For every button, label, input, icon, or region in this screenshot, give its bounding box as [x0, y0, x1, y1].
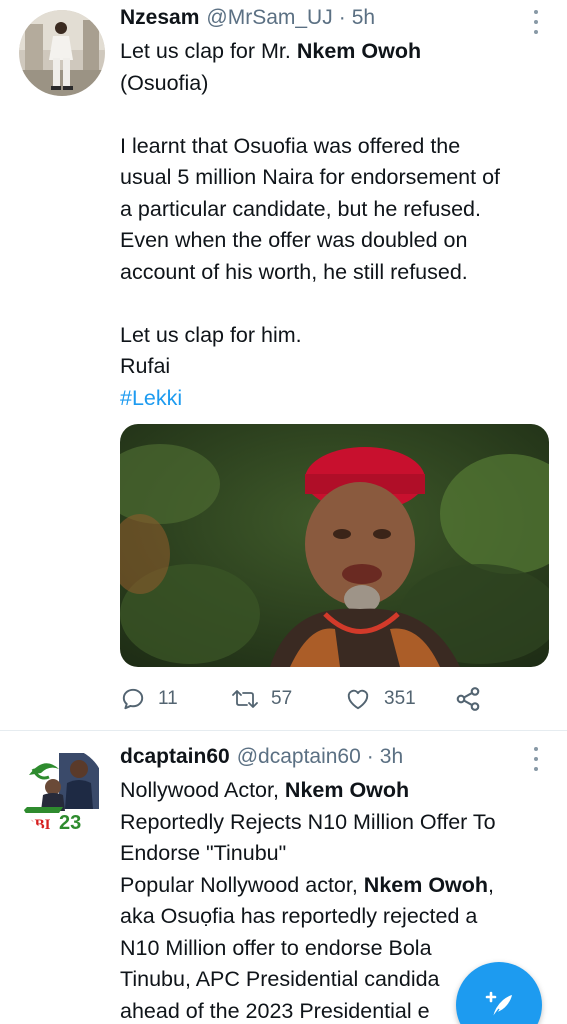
- author-name[interactable]: dcaptain60: [120, 745, 230, 769]
- text-span: Let us clap for him.: [120, 322, 302, 347]
- tweet-text: Let us clap for Mr. Nkem Owoh (Osuofia) …: [120, 36, 560, 414]
- like-count: 351: [384, 688, 416, 709]
- text-line: Reportedly Rejects N10 Million Offer To: [120, 807, 560, 839]
- text-line: usual 5 million Naira for endorsement of: [120, 162, 560, 194]
- text-line: Let us clap for Mr. Nkem Owoh: [120, 36, 560, 68]
- timestamp[interactable]: 3h: [380, 745, 403, 769]
- heart-icon: [347, 689, 369, 710]
- reply-count: 11: [158, 688, 178, 709]
- text-span: a particular candidate, but he refused.: [120, 196, 481, 221]
- text-span: Even when the offer was doubled on: [120, 228, 468, 252]
- text-line: a particular candidate, but he refused.: [120, 194, 560, 226]
- svg-text:23: 23: [59, 812, 81, 833]
- tweet-header: Nzesam @MrSam_UJ · 5h: [120, 6, 547, 34]
- text-line: Endorse "Tinubu": [120, 838, 560, 870]
- share-icon: [456, 687, 480, 711]
- more-icon[interactable]: [531, 747, 541, 771]
- tweet-header: dcaptain60 @dcaptain60 · 3h: [120, 745, 547, 773]
- avatar-logo-text: OBI: [23, 817, 51, 833]
- compose-tweet-icon: [485, 991, 512, 1018]
- hashtag-link[interactable]: #Lekki: [120, 386, 182, 410]
- retweet-button[interactable]: 57: [231, 684, 292, 714]
- text-line: N10 Million offer to endorse Bola: [120, 933, 560, 965]
- text-line: Let us clap for him.: [120, 320, 560, 352]
- text-span: Tinubu, APC Presidential candida: [120, 967, 440, 991]
- text-line: I learnt that Osuofia was offered the: [120, 131, 560, 163]
- like-button[interactable]: 351: [344, 684, 416, 714]
- avatar-campaign-logo: OBI 23: [19, 747, 105, 833]
- more-icon[interactable]: [531, 10, 541, 34]
- text-line: (Osuofia): [120, 68, 560, 100]
- text-span: Endorse "Tinubu": [120, 841, 287, 865]
- text-span: Popular Nollywood actor,: [120, 872, 364, 897]
- text-line: aka Osuọfia has reportedly rejected a: [120, 901, 560, 933]
- tweet[interactable]: Nzesam @MrSam_UJ · 5h Let us clap for Mr…: [0, 0, 567, 731]
- author-handle[interactable]: @dcaptain60: [237, 745, 361, 769]
- text-line: Rufai: [120, 351, 560, 383]
- text-line: account of his worth, he still refused.: [120, 257, 560, 289]
- text-span: ,: [488, 872, 495, 897]
- retweet-count: 57: [271, 688, 293, 709]
- text-span: Reportedly Rejects N10 Million Offer To: [120, 809, 496, 834]
- text-span: aka Osuọfia has reportedly rejected a: [120, 904, 478, 928]
- text-span: Rufai: [120, 354, 171, 378]
- avatar[interactable]: OBI 23: [19, 747, 105, 833]
- actor-photo: [120, 424, 549, 667]
- text-span: Let us clap for Mr.: [120, 39, 297, 63]
- share-button[interactable]: [454, 684, 482, 714]
- retweet-icon: [232, 690, 258, 708]
- avatar-photo: [19, 10, 105, 96]
- text-span: I learnt that Osuofia was offered the: [120, 133, 461, 158]
- text-span: N10 Million offer to endorse Bola: [120, 935, 432, 960]
- text-span: account of his worth, he still refused.: [120, 259, 468, 284]
- text-span: usual 5 million Naira for endorsement of: [120, 165, 501, 189]
- author-name[interactable]: Nzesam: [120, 6, 199, 30]
- text-span: (Osuofia): [120, 70, 209, 95]
- tweet-actions: 11 57 351: [120, 684, 490, 714]
- text-line: Popular Nollywood actor, Nkem Owoh,: [120, 870, 560, 902]
- text-line: Nollywood Actor, Nkem Owoh: [120, 775, 560, 807]
- author-handle[interactable]: @MrSam_UJ: [206, 6, 332, 30]
- text-line: #Lekki: [120, 383, 560, 415]
- timestamp[interactable]: 5h: [352, 6, 375, 30]
- reply-button[interactable]: 11: [120, 684, 178, 714]
- bold-mention: Nkem Owoh: [363, 872, 489, 897]
- avatar[interactable]: [19, 10, 105, 96]
- bold-mention: Nkem Owoh: [284, 778, 410, 802]
- text-span: Nollywood Actor,: [120, 778, 285, 802]
- reply-icon: [122, 688, 144, 710]
- text-span: ahead of the 2023 Presidential e: [120, 998, 430, 1023]
- separator-dot: ·: [366, 745, 374, 768]
- bold-mention: Nkem Owoh: [296, 39, 422, 63]
- tweet-media-image[interactable]: [120, 424, 549, 667]
- text-line: Even when the offer was doubled on: [120, 225, 560, 257]
- separator-dot: ·: [338, 6, 346, 29]
